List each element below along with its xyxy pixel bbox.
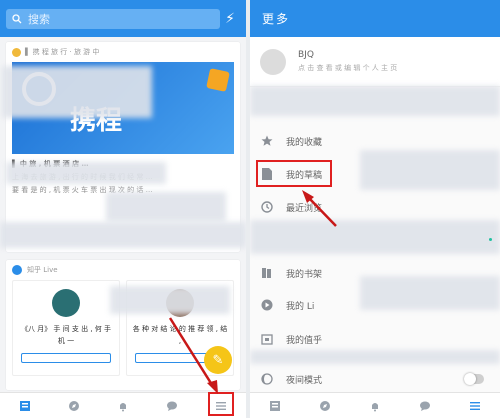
menu-item-label: 我的 Li — [286, 301, 315, 312]
menu-item-label: 夜间模式 — [286, 375, 323, 386]
profile-row[interactable]: BJQ 点 击 查 看 或 编 辑 个 人 主 页 — [250, 37, 500, 87]
night-mode-toggle[interactable] — [464, 373, 484, 385]
live-button[interactable] — [21, 353, 111, 363]
card-source: 知乎 Live — [6, 260, 240, 280]
search-bar[interactable]: 搜索 — [6, 8, 220, 29]
card-source: ▌ 携 程 旅 行 · 旅 游 中 — [6, 42, 240, 62]
chat-icon[interactable] — [164, 399, 180, 413]
zhihu-icon — [12, 265, 22, 275]
menu-item-history[interactable]: 最近浏览 — [250, 194, 500, 220]
search-placeholder: 搜索 — [28, 12, 50, 26]
indicator-dot — [489, 238, 492, 241]
menu-item-zhi[interactable]: 我的值乎 — [250, 326, 500, 352]
bell-icon[interactable] — [367, 399, 383, 413]
home-icon[interactable] — [17, 399, 33, 413]
profile-subtitle: 点 击 查 看 或 编 辑 个 人 主 页 — [298, 64, 398, 72]
building-icon — [260, 332, 274, 346]
book-icon — [260, 266, 274, 280]
live-title: 各 种 对 结 论 的 推 荐 领 , 结 , — [132, 325, 228, 345]
screenshot-root: 搜索 ⚡ ▌ 携 程 旅 行 · 旅 游 中 携程 ▌ 中 旅 , 机 票 酒 … — [0, 0, 500, 418]
card-source-label: ▌ 携 程 旅 行 · 旅 游 中 — [25, 48, 100, 56]
profile-name: BJQ — [298, 50, 314, 60]
feed-screen: 搜索 ⚡ ▌ 携 程 旅 行 · 旅 游 中 携程 ▌ 中 旅 , 机 票 酒 … — [0, 0, 246, 418]
search-icon — [12, 13, 22, 23]
menu-icon[interactable] — [467, 399, 483, 413]
fab-button[interactable]: ✎ — [204, 346, 232, 374]
menu-item-label: 我的值乎 — [286, 335, 323, 346]
bottom-nav — [250, 392, 500, 418]
bell-icon[interactable] — [115, 399, 131, 413]
compass-icon[interactable] — [317, 399, 333, 413]
avatar — [260, 48, 286, 75]
card-source-label: 知乎 Live — [27, 266, 58, 274]
star-icon — [260, 134, 274, 148]
menu-item-night-mode[interactable]: 夜间模式 — [250, 366, 500, 392]
more-screen: 更多 BJQ 点 击 查 看 或 编 辑 个 人 主 页 我的收藏 我的草稿 最… — [250, 0, 500, 418]
feed-card[interactable]: 知乎 Live 《八 月》 手 间 支 出 , 何 手 机 一 各 种 对 结 … — [6, 260, 240, 390]
chat-icon[interactable] — [417, 399, 433, 413]
feed-topbar: 搜索 ⚡ — [0, 0, 246, 37]
live-icon — [260, 298, 274, 312]
moon-icon — [260, 372, 274, 386]
menu-item-label: 我的书架 — [286, 269, 323, 280]
menu-item-label: 我的收藏 — [286, 137, 323, 148]
live-item[interactable]: 《八 月》 手 间 支 出 , 何 手 机 一 — [12, 280, 120, 376]
source-icon — [12, 47, 21, 57]
lightning-icon[interactable]: ⚡ — [220, 11, 240, 27]
menu-item-label: 最近浏览 — [286, 203, 323, 214]
compass-icon[interactable] — [66, 399, 82, 413]
page-title: 更多 — [262, 12, 291, 26]
more-header: 更多 — [250, 0, 500, 37]
more-tab-highlight — [208, 392, 234, 416]
home-icon[interactable] — [267, 399, 283, 413]
clock-icon — [260, 200, 274, 214]
drafts-highlight — [256, 160, 332, 187]
live-avatar — [52, 289, 80, 317]
live-title: 《八 月》 手 间 支 出 , 何 手 机 一 — [20, 325, 112, 345]
